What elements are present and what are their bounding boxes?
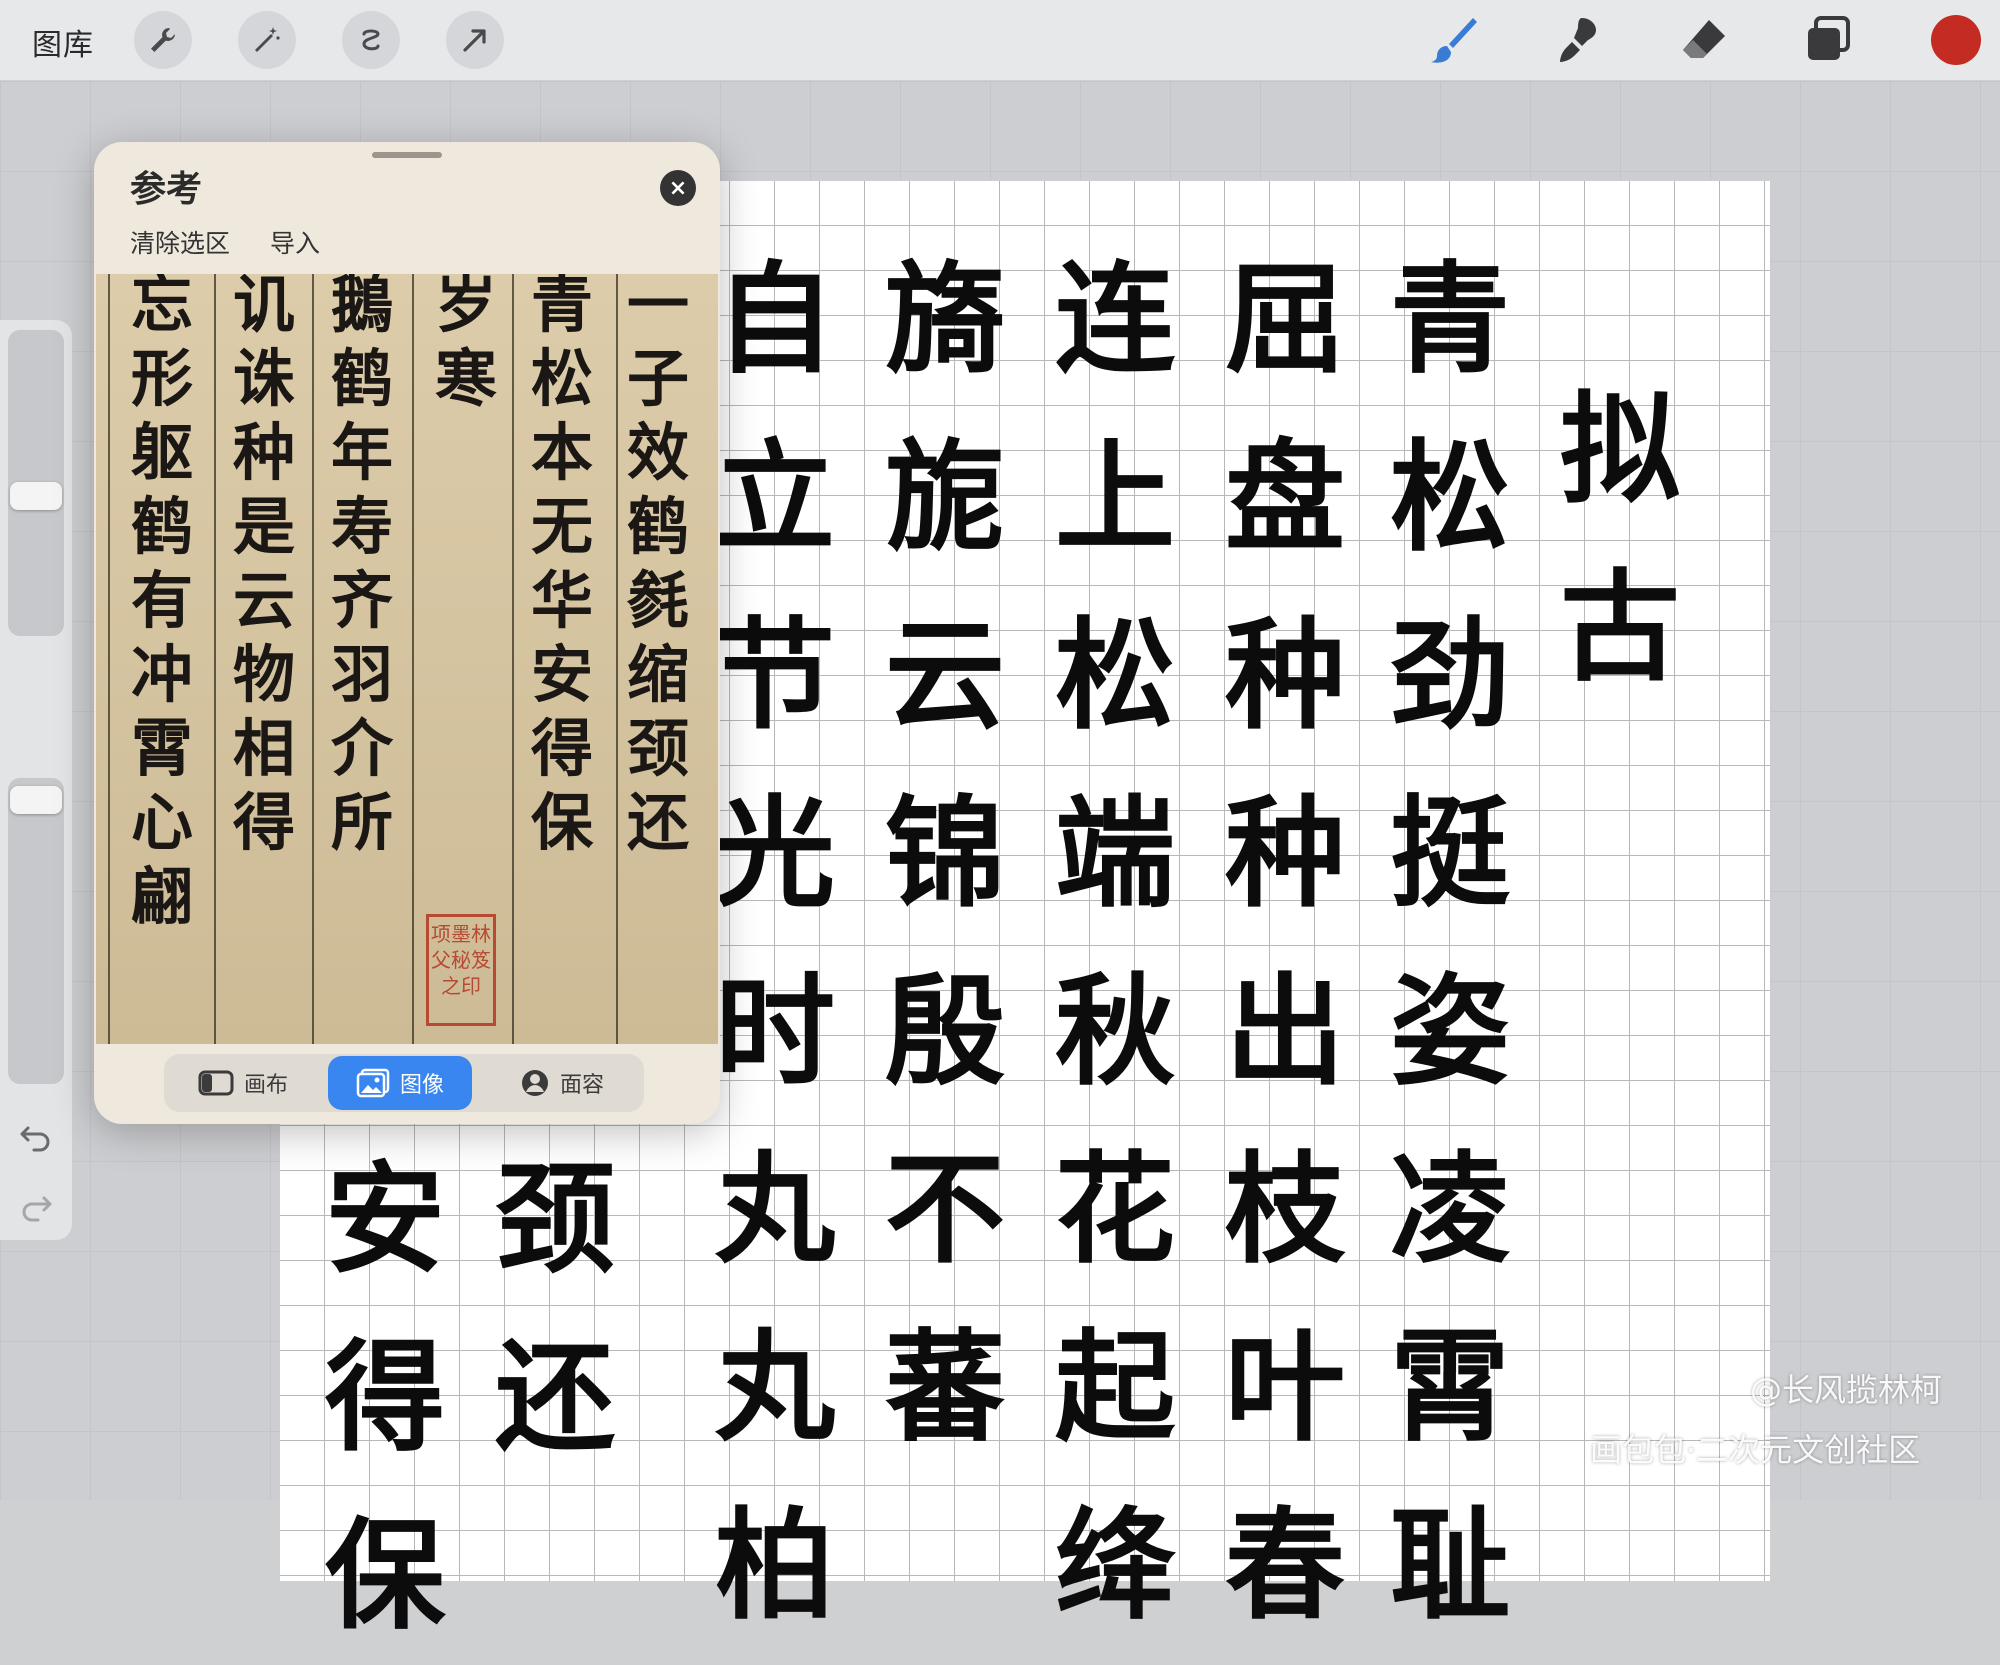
red-seal-stamp: 项墨林父秘笈之印 — [426, 914, 496, 1026]
opacity-slider[interactable] — [8, 778, 64, 1084]
undo-icon[interactable] — [18, 1120, 54, 1156]
smudge-icon — [1560, 18, 1596, 62]
calligraphy-column: 自立节光时丸丸柏 — [715, 249, 835, 1636]
face-icon — [521, 1070, 548, 1096]
segment-image-button[interactable]: 图像 — [328, 1056, 472, 1110]
reference-mode-segmented-control: 画布 图像 面容 — [164, 1054, 644, 1112]
top-toolbar: 图库 — [0, 0, 2000, 81]
left-sidebar — [0, 320, 72, 1240]
reference-text-column: 青松本无华安得保 — [530, 274, 593, 859]
reference-panel[interactable]: 参考 × 清除选区 导入 一子效鹤毵缩颈还 青松本无华安得保 岁寒 鵝鹤年寿齐羽… — [94, 142, 720, 1124]
watermark-site: 画包包·二次元文创社区 — [1590, 1431, 1921, 1469]
actions-button[interactable] — [134, 11, 192, 69]
calligraphy-column: 颈还 — [495, 1149, 615, 1468]
brush-size-handle[interactable] — [10, 482, 62, 510]
eraser-icon — [1683, 20, 1725, 58]
brush-tool-button[interactable] — [1423, 10, 1483, 70]
color-picker-button[interactable] — [1931, 15, 1981, 65]
selection-button[interactable] — [342, 11, 400, 69]
segment-face-button[interactable]: 面容 — [484, 1056, 640, 1110]
calligraphy-column: 屈盘种种出枝叶春 — [1225, 249, 1345, 1636]
segment-canvas-button[interactable]: 画布 — [168, 1056, 318, 1110]
adjustments-button[interactable] — [238, 11, 296, 69]
calligraphy-column: 拟古 — [1560, 379, 1680, 698]
reference-text-column: 鵝鹤年寿齐羽介所 — [330, 274, 393, 859]
calligraphy-column: 旖旎云锦殷不蕃 — [885, 249, 1005, 1458]
clear-selection-button[interactable]: 清除选区 — [130, 224, 230, 260]
calligraphy-column: 安得保 — [325, 1149, 445, 1646]
smudge-tool-button[interactable] — [1548, 10, 1608, 70]
segment-label: 图像 — [399, 1073, 444, 1098]
segment-label: 面容 — [559, 1073, 604, 1098]
reference-text-column: 一子效鹤毵缩颈还 — [626, 274, 689, 859]
calligraphy-column: 连上松端秋花起绛 — [1055, 249, 1175, 1636]
eraser-tool-button[interactable] — [1673, 10, 1733, 70]
redo-icon[interactable] — [18, 1190, 54, 1226]
image-icon — [356, 1068, 390, 1098]
panel-title: 参考 — [130, 169, 203, 210]
calligraphy-column: 青松劲挺姿凌霄耻 — [1390, 249, 1510, 1636]
reference-text-column: 忘形躯鹤有冲霄心翩 — [130, 274, 193, 933]
panel-drag-handle[interactable] — [372, 152, 442, 158]
layers-icon — [1808, 16, 1850, 60]
layers-button[interactable] — [1798, 10, 1858, 70]
segment-label: 画布 — [243, 1073, 288, 1098]
gallery-button[interactable]: 图库 — [32, 20, 94, 64]
column-rule — [312, 274, 314, 1044]
column-rule — [108, 274, 110, 1044]
column-rule — [616, 274, 618, 1044]
canvas-icon — [198, 1070, 234, 1096]
column-rule — [214, 274, 216, 1044]
reference-text-column: 岁寒 — [434, 274, 497, 415]
transform-button[interactable] — [446, 11, 504, 69]
import-button[interactable]: 导入 — [270, 224, 320, 260]
brush-icon — [1431, 18, 1477, 63]
column-rule — [412, 274, 414, 1044]
magic-wand-icon — [255, 27, 280, 52]
opacity-handle[interactable] — [10, 786, 62, 814]
wrench-icon — [151, 28, 175, 52]
transform-arrow-icon — [463, 29, 486, 52]
reference-text-column: 讥诛种是云物相得 — [232, 274, 295, 859]
close-icon[interactable]: × — [660, 170, 696, 206]
column-rule — [512, 274, 514, 1044]
selection-icon — [362, 29, 380, 51]
watermark-author: @长风揽林柯 — [1750, 1371, 1943, 1409]
reference-image[interactable]: 一子效鹤毵缩颈还 青松本无华安得保 岁寒 鵝鹤年寿齐羽介所 讥诛种是云物相得 忘… — [96, 274, 718, 1044]
